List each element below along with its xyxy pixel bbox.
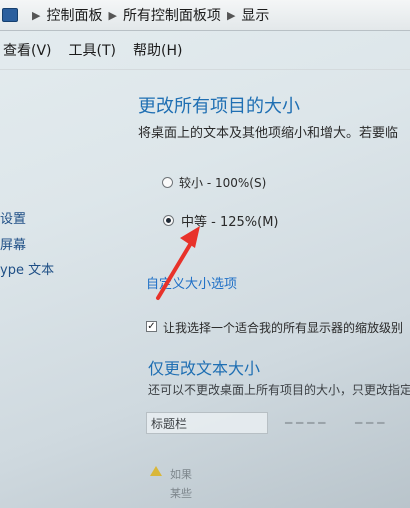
option-smaller-label[interactable]: 较小 - 100%(S) [179, 174, 266, 191]
menu-tools[interactable]: 工具(T) [69, 40, 116, 60]
dropdown-value: 标题栏 [151, 417, 188, 431]
warning-line-1: 如果 [170, 468, 192, 481]
size-dropdown-placeholder[interactable]: ━ ━ ━ ━ [285, 416, 325, 430]
breadcrumb-display[interactable]: 显示 [241, 5, 269, 25]
text-item-dropdown[interactable]: 标题栏 [146, 412, 268, 434]
warning-line-2: 某些 [170, 487, 192, 500]
chevron-right-icon: ▶ [32, 8, 41, 22]
chevron-right-icon: ▶ [226, 8, 236, 22]
breadcrumb-all-items[interactable]: 所有控制面板项 [123, 5, 221, 25]
address-bar[interactable]: ▶ 控制面板 ▶ 所有控制面板项 ▶ 显示 [0, 0, 410, 31]
page-description: 将桌面上的文本及其他项缩小和增大。若要临 [138, 126, 399, 141]
text-size-heading: 仅更改文本大小 [148, 359, 261, 378]
scale-checkbox-label[interactable]: 让我选择一个适合我的所有显示器的缩放级别 [163, 319, 403, 336]
menu-help[interactable]: 帮助(H) [133, 40, 182, 60]
nav-item-screen[interactable]: 屏幕 [0, 234, 26, 253]
bold-checkbox-placeholder[interactable]: ━ ━ ━ [355, 416, 384, 430]
page-title: 更改所有项目的大小 [138, 96, 300, 117]
breadcrumb-control-panel[interactable]: 控制面板 [46, 5, 102, 25]
custom-size-link[interactable]: 自定义大小选项 [146, 273, 237, 292]
display-settings-window: ▶ 控制面板 ▶ 所有控制面板项 ▶ 显示 查看(V) 工具(T) 帮助(H) … [0, 0, 410, 508]
scale-checkbox[interactable]: ✓ [146, 321, 157, 332]
nav-item-settings[interactable]: 设置 [0, 208, 26, 227]
text-size-description: 还可以不更改桌面上所有项目的大小，只更改指定 [148, 383, 410, 397]
menu-view[interactable]: 查看(V) [3, 40, 52, 60]
menu-bar: 查看(V) 工具(T) 帮助(H) [0, 31, 410, 70]
warning-icon [150, 466, 162, 476]
radio-smaller[interactable] [162, 177, 173, 188]
radio-medium[interactable] [163, 215, 174, 226]
chevron-right-icon: ▶ [108, 8, 117, 22]
nav-item-cleartype[interactable]: ype 文本 [0, 259, 54, 278]
option-medium-label[interactable]: 中等 - 125%(M) [181, 211, 278, 230]
control-panel-icon [2, 8, 18, 22]
